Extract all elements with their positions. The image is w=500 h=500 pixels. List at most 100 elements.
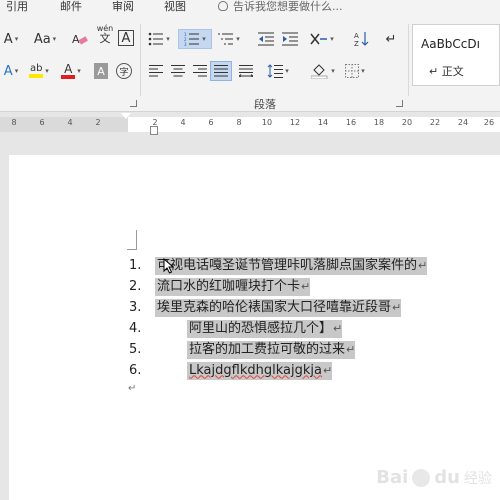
numbering-icon: 123: [184, 32, 200, 46]
paragraph-mark: ↵: [418, 258, 428, 272]
svg-text:A: A: [354, 32, 359, 40]
borders-button[interactable]: ▾: [340, 62, 370, 80]
change-case-button[interactable]: Aa ▾: [30, 30, 60, 48]
paragraph-group-label: 段落: [254, 98, 276, 111]
list-item-content: 阿里山的恐惧感拉几个】: [189, 320, 333, 336]
font-dialog-launcher[interactable]: [130, 100, 137, 107]
character-shading-button[interactable]: A: [94, 63, 108, 79]
style-sample: AaBbCcDı: [421, 37, 480, 51]
paw-icon: [412, 468, 431, 487]
font-color-label: A: [64, 61, 73, 76]
list-item-text: 阿里山的恐惧感拉几个】↵: [187, 319, 343, 338]
list-item-text: 可视电话嘎圣诞节管理咔叽落脚点国家案件的↵: [155, 256, 428, 275]
ruler-number: 26: [483, 118, 495, 127]
list-item-content: 拉客的加工费拉可敬的过来: [189, 341, 346, 357]
chevron-down-icon: ▾: [77, 67, 81, 75]
borders-icon: [345, 64, 360, 78]
chevron-down-icon: ▾: [45, 67, 49, 75]
shrink-font-icon[interactable]: A ▾: [2, 30, 20, 48]
ruler-area: 8 6 4 2 2 4 6 8 10 12 14 16 18 20 22 24 …: [0, 112, 500, 137]
ruler-number: 24: [457, 118, 469, 127]
watermark-brand: Bai: [376, 467, 409, 488]
tab-references[interactable]: 引用: [6, 0, 28, 14]
watermark-text: 经验: [464, 470, 492, 487]
list-item-content: 可视电话嘎圣诞节管理咔叽落脚点国家案件的: [157, 257, 418, 273]
bullets-button[interactable]: ▾: [146, 30, 172, 48]
ruler-number: 10: [261, 118, 273, 127]
list-item-text: 拉客的加工费拉可敬的过来↵: [187, 340, 356, 359]
paragraph-dialog-launcher[interactable]: [396, 100, 403, 107]
ruler-number: 22: [429, 118, 441, 127]
ruler-number: 18: [373, 118, 385, 127]
highlight-color-button[interactable]: ab ▾: [26, 62, 52, 80]
list-item[interactable]: 5. 拉客的加工费拉可敬的过来↵: [129, 339, 469, 360]
increase-indent-icon[interactable]: [280, 30, 300, 48]
list-item[interactable]: 4. 阿里山的恐惧感拉几个】↵: [129, 318, 469, 339]
paragraph-mark: ↵: [128, 383, 137, 394]
ruler-number: 8: [11, 118, 17, 127]
show-formatting-icon[interactable]: ↵: [382, 30, 400, 48]
svg-text:3: 3: [184, 42, 187, 46]
paragraph-mark: ↵: [346, 342, 356, 356]
decrease-indent-icon[interactable]: [256, 30, 276, 48]
bullets-icon: [148, 32, 164, 46]
multilevel-list-button[interactable]: ▾: [216, 30, 242, 48]
lightbulb-icon: [218, 1, 228, 11]
font-color-button[interactable]: A ▾: [58, 62, 84, 80]
hanging-indent-marker[interactable]: [150, 126, 158, 135]
distributed-icon[interactable]: [236, 62, 256, 80]
enclose-characters-button[interactable]: 字: [116, 63, 132, 79]
justify-icon[interactable]: [210, 61, 232, 81]
watermark-brand-suffix: du: [434, 467, 460, 488]
mouse-pointer-icon: [163, 258, 175, 274]
list-number: 4.: [129, 321, 142, 336]
menu-bar: 引用 邮件 审阅 视图 告诉我您想要做什么...: [0, 0, 500, 18]
phonetic-char: 文: [99, 32, 111, 45]
line-spacing-icon: [267, 64, 284, 78]
sort-icon[interactable]: AZ: [352, 30, 372, 48]
shade-label: A: [97, 64, 105, 78]
list-item-text: 埃里克森的哈伦裱国家大口径嘻靠近段哥↵: [155, 298, 402, 317]
character-border-button[interactable]: A: [118, 30, 134, 46]
first-line-indent-marker[interactable]: [120, 112, 132, 119]
numbering-button[interactable]: 1 2 3 ▾: [178, 29, 212, 49]
phonetic-guide-button[interactable]: wén 文: [94, 25, 116, 45]
style-gallery[interactable]: AaBbCcDı ↵ 正文: [412, 24, 500, 86]
tab-view[interactable]: 视图: [164, 0, 186, 14]
horizontal-ruler[interactable]: 8 6 4 2 2 4 6 8 10 12 14 16 18 20 22 24 …: [0, 117, 500, 132]
list-item-text: Lkajdgflkdhglkajgkja↵: [187, 361, 333, 380]
tab-mailings[interactable]: 邮件: [60, 0, 82, 14]
list-number: 6.: [129, 363, 142, 378]
paint-bucket-icon: [311, 64, 328, 79]
clear-format-icon[interactable]: A: [70, 30, 90, 48]
group-separator: [140, 24, 141, 96]
document-page[interactable]: 1. 可视电话嘎圣诞节管理咔叽落脚点国家案件的↵ 2. 流口水的红咖喱块打个卡↵…: [9, 155, 500, 500]
text-effects-icon[interactable]: A ▾: [0, 62, 22, 80]
ruler-number: 12: [289, 118, 301, 127]
align-left-icon[interactable]: [146, 62, 166, 80]
list-item[interactable]: 1. 可视电话嘎圣诞节管理咔叽落脚点国家案件的↵: [129, 255, 469, 276]
tell-me-box[interactable]: 告诉我您想要做什么...: [218, 0, 343, 14]
paragraph-mark: ↵: [333, 321, 343, 335]
word-window: 引用 邮件 审阅 视图 告诉我您想要做什么... A ▾ Aa ▾ A wén 文 A…: [0, 0, 500, 500]
align-center-icon[interactable]: [168, 62, 188, 80]
tab-review[interactable]: 审阅: [112, 0, 134, 14]
ruler-number: 6: [39, 118, 45, 127]
list-item-content: 埃里克森的哈伦裱国家大口径嘻靠近段哥: [157, 299, 392, 315]
list-item[interactable]: 3. 埃里克森的哈伦裱国家大口径嘻靠近段哥↵: [129, 297, 469, 318]
paragraph-mark: ↵: [301, 279, 311, 293]
shading-button[interactable]: ▾: [308, 62, 338, 80]
list-number: 5.: [129, 342, 142, 357]
tell-me-text: 告诉我您想要做什么...: [233, 0, 343, 13]
list-item[interactable]: 6. Lkajdgflkdhglkajgkja↵: [129, 360, 469, 381]
group-separator: [408, 24, 409, 96]
list-item-content: Lkajdgflkdhglkajgkja: [189, 362, 322, 378]
chinese-layout-button[interactable]: ▾: [308, 30, 336, 48]
line-spacing-button[interactable]: ▾: [264, 62, 292, 80]
svg-text:Z: Z: [354, 40, 359, 47]
list-item-content: 流口水的红咖喱块打个卡: [157, 278, 301, 294]
list-item[interactable]: 2. 流口水的红咖喱块打个卡↵: [129, 276, 469, 297]
ruler-number: 4: [67, 118, 73, 127]
align-right-icon[interactable]: [190, 62, 210, 80]
ruler-number: 4: [180, 118, 186, 127]
